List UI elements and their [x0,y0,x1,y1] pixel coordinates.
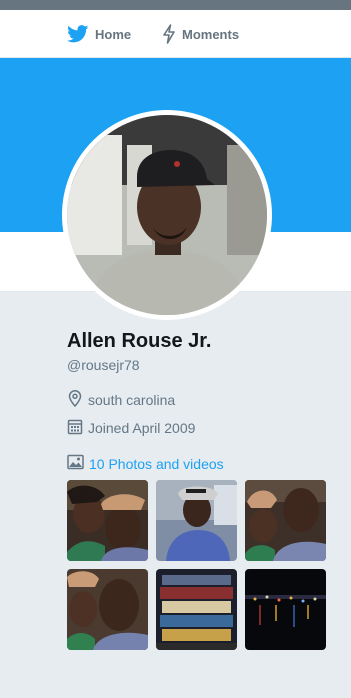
profile-location-text: south carolina [88,392,176,408]
calendar-icon [67,418,83,438]
top-status-strip [0,0,351,10]
media-thumbnail[interactable] [156,569,237,650]
profile-join-date-text: Joined April 2009 [88,420,196,436]
profile-join-date: Joined April 2009 [67,418,195,438]
photos-videos-link[interactable]: 10 Photos and videos [67,454,224,473]
media-thumbnail[interactable] [67,569,148,650]
twitter-bird-icon [67,25,89,43]
media-thumbnail[interactable] [245,480,326,561]
profile-location: south carolina [67,390,175,410]
top-navigation-bar: Home Moments [0,10,351,58]
media-thumbnail[interactable] [67,480,148,561]
photo-icon [67,454,84,473]
media-thumbnail[interactable] [245,569,326,650]
media-thumbnail[interactable] [156,480,237,561]
profile-avatar[interactable] [62,110,272,320]
lightning-icon [162,24,176,44]
photos-videos-label: 10 Photos and videos [89,455,224,472]
nav-moments-label: Moments [182,26,240,42]
nav-home[interactable]: Home [67,10,131,58]
nav-moments[interactable]: Moments [162,10,239,58]
profile-handle: @rousejr78 [67,357,140,373]
location-pin-icon [67,390,83,410]
nav-home-label: Home [95,26,132,42]
profile-name: Allen Rouse Jr. [67,330,212,352]
